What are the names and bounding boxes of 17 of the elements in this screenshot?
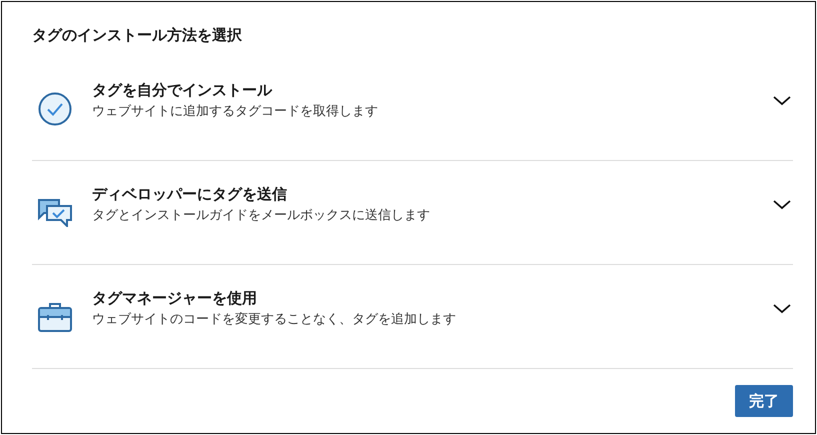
option-description: ウェブサイトに追加するタグコードを取得します <box>92 103 379 120</box>
option-row[interactable]: タグマネージャーを使用 ウェブサイトのコードを変更することなく、タグを追加します <box>32 265 793 369</box>
chevron-down-icon[interactable] <box>773 200 791 210</box>
option-description: タグとインストールガイドをメールボックスに送信します <box>92 207 431 224</box>
option-title: タグマネージャーを使用 <box>92 289 258 308</box>
done-button[interactable]: 完了 <box>735 385 793 417</box>
check-circle-icon <box>38 92 72 126</box>
chat-bubbles-icon <box>38 198 72 226</box>
option-row[interactable]: ディベロッパーにタグを送信 タグとインストールガイドをメールボックスに送信します <box>32 161 793 265</box>
dialog-title: タグのインストール方法を選択 <box>32 26 243 45</box>
option-row[interactable]: タグを自分でインストール ウェブサイトに追加するタグコードを取得します <box>32 57 793 161</box>
chevron-down-icon[interactable] <box>773 304 791 314</box>
briefcase-icon <box>38 302 72 332</box>
chevron-down-icon[interactable] <box>773 96 791 106</box>
option-description: ウェブサイトのコードを変更することなく、タグを追加します <box>92 311 457 328</box>
option-title: タグを自分でインストール <box>92 81 274 100</box>
option-title: ディベロッパーにタグを送信 <box>92 185 288 204</box>
